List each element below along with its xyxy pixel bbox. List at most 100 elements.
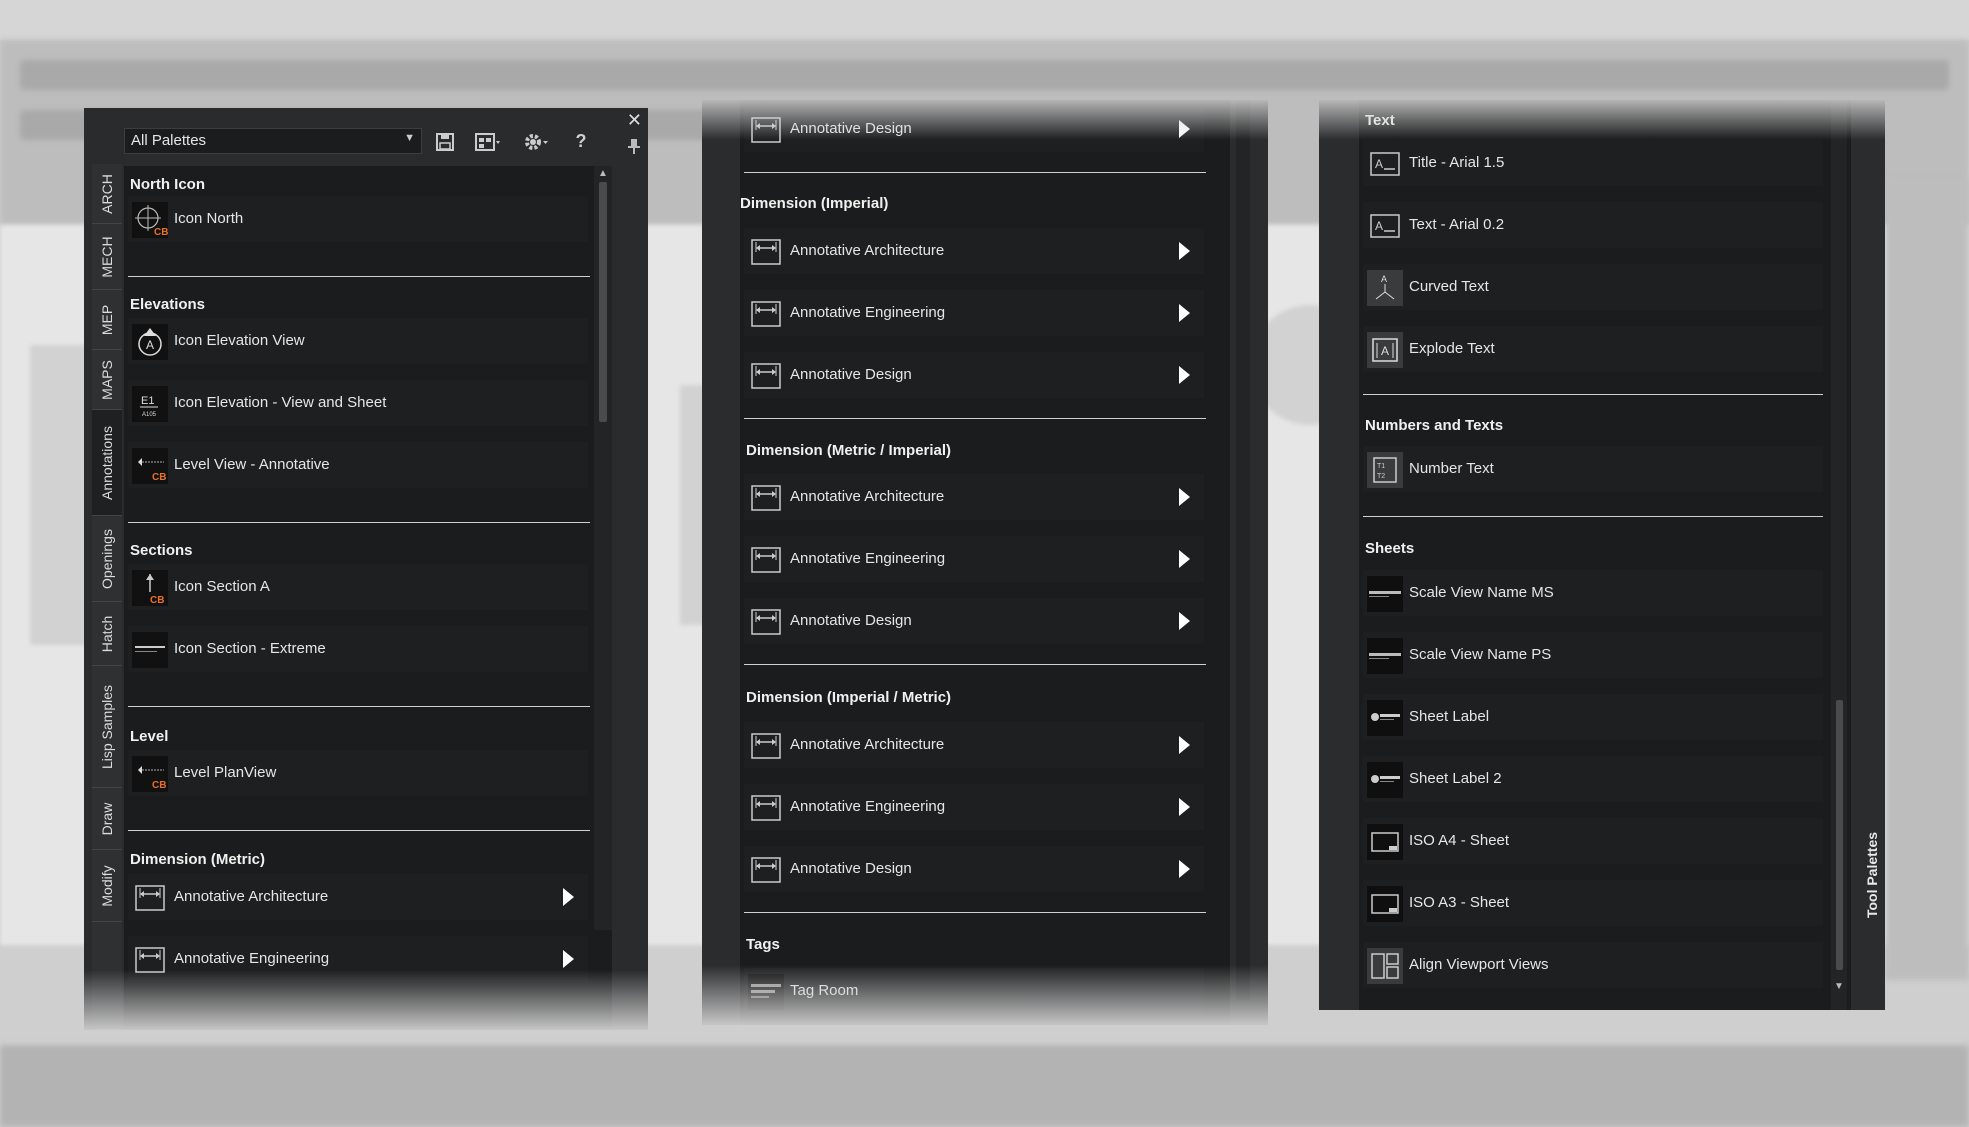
tool-align-viewport-views[interactable]: Align Viewport Views (1363, 942, 1823, 988)
section-title: Level (130, 728, 169, 745)
scrollbar-thumb[interactable] (599, 182, 607, 422)
view-options-icon (475, 133, 500, 152)
tab-maps[interactable]: MAPS (92, 350, 122, 410)
tab-draw[interactable]: Draw (92, 788, 122, 850)
tool-palette-left: ✕ All Palettes ▼ ? ARCH MECH MEP MAPS An… (84, 108, 648, 1030)
tool-annotative-architecture[interactable]: Annotative Architecture (744, 228, 1204, 274)
flyout-arrow-icon[interactable] (563, 888, 574, 906)
tool-annotative-architecture[interactable]: Annotative Architecture (744, 722, 1204, 768)
flyout-arrow-icon[interactable] (1179, 488, 1190, 506)
flyout-arrow-icon[interactable] (1179, 550, 1190, 568)
palette-title-bar[interactable]: Tool Palettes (1861, 750, 1883, 1000)
flyout-arrow-icon[interactable] (1179, 304, 1190, 322)
tool-icon-section-extreme[interactable]: Icon Section - Extreme (128, 626, 588, 672)
tool-icon-elevation-view-sheet[interactable]: E1 A105 Icon Elevation - View and Sheet (128, 380, 588, 426)
tool-annotative-engineering[interactable]: Annotative Engineering (744, 536, 1204, 582)
room-tag-icon (748, 974, 784, 1010)
tool-sheet-label-2[interactable]: Sheet Label 2 (1363, 756, 1823, 802)
section-title: Sections (130, 542, 193, 559)
flyout-arrow-icon[interactable] (1179, 798, 1190, 816)
section-title: Numbers and Texts (1365, 417, 1504, 434)
section-divider (744, 912, 1206, 913)
tool-iso-a4-sheet[interactable]: ISO A4 - Sheet (1363, 818, 1823, 864)
section-title: Dimension (Metric) (130, 851, 266, 868)
section-title: Dimension (Imperial) (740, 195, 889, 212)
tool-scale-view-name-ms[interactable]: Scale View Name MS (1363, 570, 1823, 616)
level-icon: CB (132, 756, 168, 792)
flyout-arrow-icon[interactable] (1179, 120, 1190, 138)
section-title: Sheets (1365, 540, 1415, 557)
tab-openings[interactable]: Openings (92, 516, 122, 602)
tool-scale-view-name-ps[interactable]: Scale View Name PS (1363, 632, 1823, 678)
bg-right-toolbar (1885, 180, 1969, 980)
section-extreme-icon (132, 632, 168, 668)
tool-sheet-label[interactable]: Sheet Label (1363, 694, 1823, 740)
save-palette-button[interactable] (430, 128, 460, 154)
text-style-icon: A (1370, 214, 1400, 238)
svg-text:E1: E1 (141, 395, 154, 407)
tool-icon-section-a[interactable]: CB Icon Section A (128, 564, 588, 610)
flyout-arrow-icon[interactable] (563, 950, 574, 968)
tool-annotative-engineering[interactable]: Annotative Engineering (744, 290, 1204, 336)
sheet-label-icon (1367, 700, 1403, 736)
section-divider (744, 418, 1206, 419)
svg-text:A: A (146, 338, 154, 352)
tool-annotative-architecture[interactable]: Annotative Architecture (128, 874, 588, 920)
tab-lisp-samples[interactable]: Lisp Samples (92, 666, 122, 788)
palette-content-list: Annotative Design Dimension (Imperial) A… (740, 100, 1230, 1025)
scroll-up-icon[interactable]: ▲ (598, 168, 608, 179)
flyout-arrow-icon[interactable] (1179, 242, 1190, 260)
tool-annotative-design[interactable]: Annotative Design (744, 598, 1204, 644)
tool-text-arial-0-2[interactable]: A Text - Arial 0.2 (1363, 202, 1823, 248)
tool-title-arial-1-5[interactable]: A Title - Arial 1.5 (1363, 140, 1823, 186)
tool-icon-north[interactable]: CB Icon North (128, 196, 588, 242)
svg-text:CB: CB (154, 227, 168, 238)
flyout-arrow-icon[interactable] (1179, 612, 1190, 630)
tool-number-text[interactable]: T1 T2 Number Text (1363, 446, 1823, 492)
palette-content-list: Text A Title - Arial 1.5 A Text - Arial … (1359, 100, 1851, 1010)
tool-level-planview[interactable]: CB Level PlanView (128, 750, 588, 796)
scrollbar[interactable]: ▼ (1831, 100, 1847, 1010)
tool-explode-text[interactable]: A Explode Text (1363, 326, 1823, 372)
help-button[interactable]: ? (566, 128, 596, 154)
tool-icon-elevation-view[interactable]: A Icon Elevation View (128, 318, 588, 364)
scrollbar[interactable] (1236, 100, 1250, 1000)
section-title: Tags (746, 936, 780, 953)
tool-annotative-architecture[interactable]: Annotative Architecture (744, 474, 1204, 520)
scrollbar-thumb[interactable] (1836, 700, 1843, 970)
tab-hatch[interactable]: Hatch (92, 602, 122, 666)
tool-curved-text[interactable]: A Curved Text (1363, 264, 1823, 310)
close-icon[interactable]: ✕ (627, 110, 642, 131)
svg-text:A: A (1375, 157, 1383, 171)
tab-mech[interactable]: MECH (92, 224, 122, 290)
tool-tag-room[interactable]: Tag Room (744, 968, 1204, 1014)
tab-annotations[interactable]: Annotations (92, 410, 122, 516)
settings-button[interactable] (516, 128, 556, 154)
view-options-button[interactable] (468, 128, 508, 154)
palette-side-bar (1230, 100, 1268, 1025)
tab-modify[interactable]: Modify (92, 850, 122, 922)
tool-level-view-annotative[interactable]: CB Level View - Annotative (128, 442, 588, 488)
sheet-label-icon (1367, 762, 1403, 798)
flyout-arrow-icon[interactable] (1179, 860, 1190, 878)
tool-annotative-design[interactable]: Annotative Design (744, 352, 1204, 398)
scrollbar[interactable]: ▲ (594, 166, 612, 930)
tab-mep[interactable]: MEP (92, 290, 122, 350)
tool-annotative-design[interactable]: Annotative Design (744, 106, 1204, 152)
gear-icon (525, 134, 548, 151)
svg-text:A: A (1381, 344, 1389, 358)
tool-annotative-engineering[interactable]: Annotative Engineering (744, 784, 1204, 830)
dimension-icon (751, 485, 781, 511)
dimension-icon (135, 947, 165, 973)
pin-icon[interactable] (628, 138, 640, 159)
tool-iso-a3-sheet[interactable]: ISO A3 - Sheet (1363, 880, 1823, 926)
palette-content-list: North Icon CB Icon North Elevations A Ic… (124, 166, 612, 1030)
scroll-down-icon[interactable]: ▼ (1834, 981, 1844, 992)
flyout-arrow-icon[interactable] (1179, 736, 1190, 754)
tool-annotative-design[interactable]: Annotative Design (744, 846, 1204, 892)
palette-tab-strip: ARCH MECH MEP MAPS Annotations Openings … (92, 164, 122, 1030)
palette-selector-dropdown[interactable]: All Palettes ▼ (124, 128, 422, 154)
flyout-arrow-icon[interactable] (1179, 366, 1190, 384)
tool-annotative-engineering[interactable]: Annotative Engineering (128, 936, 588, 982)
tab-arch[interactable]: ARCH (92, 164, 122, 224)
